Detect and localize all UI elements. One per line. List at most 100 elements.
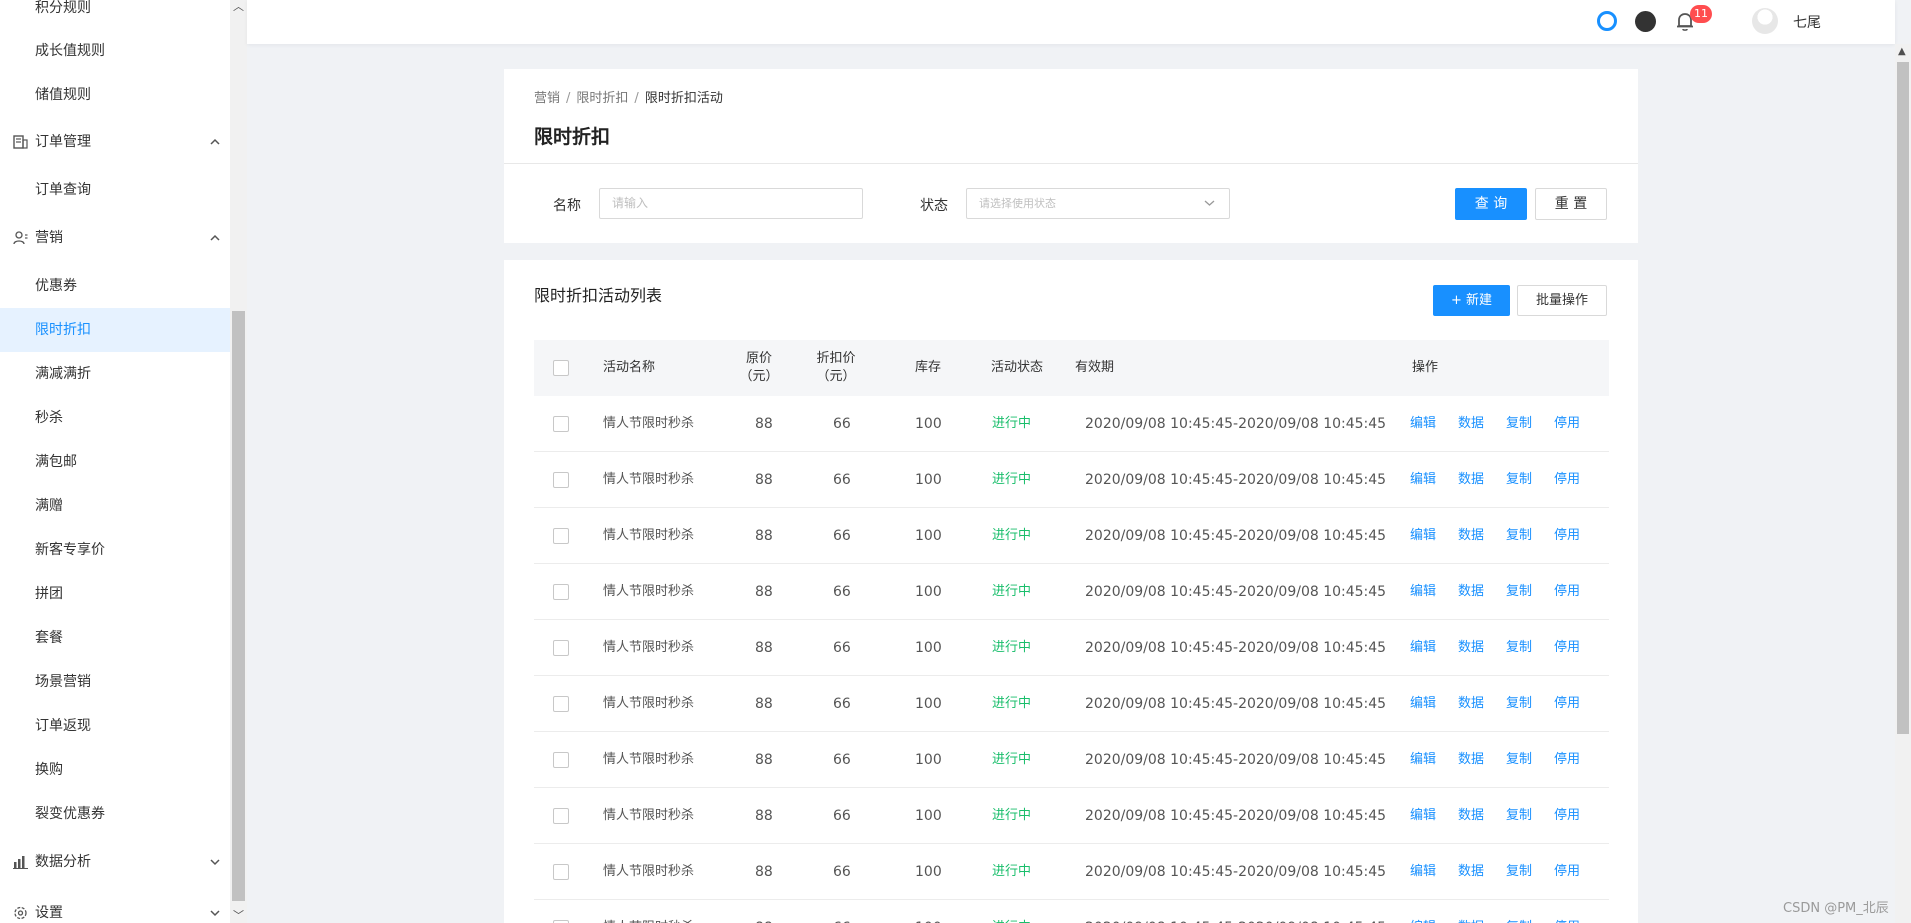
disable-link[interactable]: 停用: [1554, 452, 1580, 508]
dark-mode-icon[interactable]: [1635, 11, 1656, 32]
sidebar-group-settings[interactable]: 设置: [0, 891, 230, 923]
new-button[interactable]: + 新建: [1433, 285, 1510, 316]
batch-operation-button[interactable]: 批量操作: [1517, 285, 1607, 316]
edit-link[interactable]: 编辑: [1410, 564, 1436, 620]
copy-link[interactable]: 复制: [1506, 676, 1532, 732]
data-link[interactable]: 数据: [1458, 452, 1484, 508]
row-checkbox[interactable]: [553, 528, 569, 544]
data-link[interactable]: 数据: [1458, 620, 1484, 676]
row-checkbox[interactable]: [553, 416, 569, 432]
status-select[interactable]: 请选择使用状态: [966, 188, 1230, 219]
original-price: 88: [755, 900, 773, 923]
sidebar-item-label: 换购: [35, 762, 63, 778]
edit-link[interactable]: 编辑: [1410, 788, 1436, 844]
data-link[interactable]: 数据: [1458, 732, 1484, 788]
copy-link[interactable]: 复制: [1506, 508, 1532, 564]
page-scrollbar[interactable]: ▲: [1895, 44, 1911, 923]
data-link[interactable]: 数据: [1458, 844, 1484, 900]
chevron-up-icon: [208, 216, 222, 260]
sidebar-item-gift[interactable]: 满赠: [0, 484, 230, 528]
sidebar-item-coupons[interactable]: 优惠券: [0, 264, 230, 308]
watermark: CSDN @PM_北辰: [1783, 901, 1889, 916]
copy-link[interactable]: 复制: [1506, 844, 1532, 900]
query-button[interactable]: 查 询: [1455, 188, 1527, 220]
copy-link[interactable]: 复制: [1506, 564, 1532, 620]
row-checkbox[interactable]: [553, 696, 569, 712]
scroll-up-arrow-icon[interactable]: ▲: [1898, 46, 1906, 57]
copy-link[interactable]: 复制: [1506, 900, 1532, 923]
row-checkbox[interactable]: [553, 864, 569, 880]
copy-link[interactable]: 复制: [1506, 620, 1532, 676]
row-checkbox[interactable]: [553, 584, 569, 600]
row-checkbox[interactable]: [553, 808, 569, 824]
breadcrumb-separator: /: [634, 91, 639, 106]
sidebar-item-order-cashback[interactable]: 订单返现: [0, 704, 230, 748]
disable-link[interactable]: 停用: [1554, 900, 1580, 923]
sidebar-group-orders[interactable]: 订单管理: [0, 120, 230, 164]
disable-link[interactable]: 停用: [1554, 396, 1580, 452]
sidebar-item-free-shipping[interactable]: 满包邮: [0, 440, 230, 484]
sidebar-group-marketing[interactable]: 营销: [0, 216, 230, 260]
data-link[interactable]: 数据: [1458, 564, 1484, 620]
sidebar-item-growth-rules[interactable]: 成长值规则: [0, 29, 230, 73]
edit-link[interactable]: 编辑: [1410, 844, 1436, 900]
scrollbar-thumb[interactable]: [232, 311, 245, 901]
sidebar-scrollbar[interactable]: ︿ ﹀: [230, 0, 247, 923]
name-search-input[interactable]: 请输入: [599, 188, 863, 219]
disable-link[interactable]: 停用: [1554, 788, 1580, 844]
sidebar-item-scene-marketing[interactable]: 场景营销: [0, 660, 230, 704]
edit-link[interactable]: 编辑: [1410, 508, 1436, 564]
edit-link[interactable]: 编辑: [1410, 452, 1436, 508]
validity-period: 2020/09/08 10:45:45-2020/09/08 10:45:45: [1085, 696, 1387, 712]
copy-link[interactable]: 复制: [1506, 788, 1532, 844]
disable-link[interactable]: 停用: [1554, 732, 1580, 788]
sidebar-item-points-rules[interactable]: 积分规则: [0, 0, 230, 30]
sidebar-item-full-reduction[interactable]: 满减满折: [0, 352, 230, 396]
sidebar-item-exchange[interactable]: 换购: [0, 748, 230, 792]
sidebar-item-stored-value-rules[interactable]: 储值规则: [0, 73, 230, 117]
edit-link[interactable]: 编辑: [1410, 620, 1436, 676]
edit-link[interactable]: 编辑: [1410, 396, 1436, 452]
theme-ring-icon[interactable]: [1597, 11, 1617, 31]
sidebar-item-seckill[interactable]: 秒杀: [0, 396, 230, 440]
breadcrumb-item-flash-discount[interactable]: 限时折扣: [576, 91, 628, 106]
data-link[interactable]: 数据: [1458, 788, 1484, 844]
sidebar-item-fission-coupon[interactable]: 裂变优惠券: [0, 792, 230, 836]
copy-link[interactable]: 复制: [1506, 732, 1532, 788]
disable-link[interactable]: 停用: [1554, 508, 1580, 564]
data-link[interactable]: 数据: [1458, 508, 1484, 564]
edit-link[interactable]: 编辑: [1410, 732, 1436, 788]
data-link[interactable]: 数据: [1458, 676, 1484, 732]
scroll-down-arrow-icon[interactable]: ﹀: [233, 910, 244, 921]
username[interactable]: 七尾: [1793, 12, 1821, 32]
row-checkbox[interactable]: [553, 472, 569, 488]
disable-link[interactable]: 停用: [1554, 676, 1580, 732]
sidebar-group-analytics[interactable]: 数据分析: [0, 840, 230, 884]
select-all-checkbox[interactable]: [553, 360, 569, 376]
edit-link[interactable]: 编辑: [1410, 676, 1436, 732]
copy-link[interactable]: 复制: [1506, 396, 1532, 452]
disable-link[interactable]: 停用: [1554, 844, 1580, 900]
copy-link[interactable]: 复制: [1506, 452, 1532, 508]
data-link[interactable]: 数据: [1458, 396, 1484, 452]
stock: 100: [915, 696, 942, 712]
sidebar-item-group-buy[interactable]: 拼团: [0, 572, 230, 616]
sidebar-item-flash-discount[interactable]: 限时折扣: [0, 308, 230, 352]
edit-link[interactable]: 编辑: [1410, 900, 1436, 923]
sidebar-item-new-customer-price[interactable]: 新客专享价: [0, 528, 230, 572]
row-checkbox[interactable]: [553, 640, 569, 656]
disable-link[interactable]: 停用: [1554, 620, 1580, 676]
breadcrumb-item-marketing[interactable]: 营销: [534, 91, 560, 106]
sidebar-item-order-query[interactable]: 订单查询: [0, 168, 230, 212]
scrollbar-thumb[interactable]: [1897, 62, 1909, 734]
row-checkbox[interactable]: [553, 752, 569, 768]
disable-link[interactable]: 停用: [1554, 564, 1580, 620]
avatar[interactable]: [1752, 8, 1778, 34]
validity-period: 2020/09/08 10:45:45-2020/09/08 10:45:45: [1085, 752, 1387, 768]
status-text: 进行中: [992, 472, 1032, 487]
sidebar-item-bundle[interactable]: 套餐: [0, 616, 230, 660]
reset-button[interactable]: 重 置: [1535, 188, 1607, 220]
table-row: 情人节限时秒杀 88 66 100 进行中 2020/09/08 10:45:4…: [534, 620, 1609, 676]
data-link[interactable]: 数据: [1458, 900, 1484, 923]
scroll-up-arrow-icon[interactable]: ︿: [233, 1, 244, 12]
